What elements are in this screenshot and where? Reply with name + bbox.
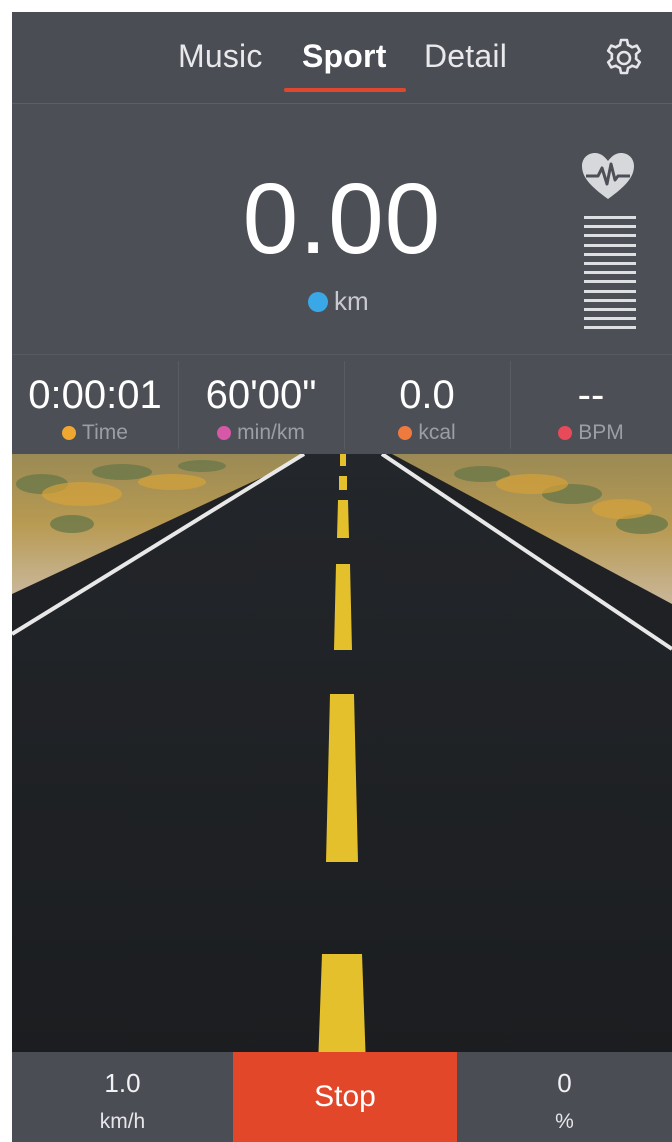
bpm-value: -- [577, 373, 605, 417]
calories-value: 0.0 [399, 373, 455, 417]
active-tab-indicator [284, 88, 406, 92]
control-bar: 1.0 km/h Stop 0 % [12, 1052, 672, 1142]
clock-icon [62, 426, 77, 440]
stats-row: 0:00:01 Time 60'00" min/km 0.0 kcal -- B… [12, 354, 672, 454]
stat-pace: 60'00" min/km [178, 355, 344, 455]
speed-value: 1.0 [104, 1068, 141, 1098]
speed-control[interactable]: 1.0 km/h [12, 1052, 233, 1142]
stop-button[interactable]: Stop [233, 1052, 457, 1142]
app-screen: Music Sport Detail 0.00 km 0:00:01 Time … [12, 12, 672, 1142]
road-scene-image [12, 454, 672, 1066]
distance-panel: 0.00 km [12, 104, 672, 354]
pace-label: min/km [237, 421, 305, 444]
bpm-label: BPM [578, 421, 624, 444]
heart-rate-icon [582, 153, 634, 199]
time-value: 0:00:01 [28, 373, 162, 417]
flame-icon [398, 426, 413, 440]
tab-music[interactable]: Music [178, 38, 263, 75]
stat-calories: 0.0 kcal [344, 355, 510, 455]
speed-unit: km/h [99, 1110, 146, 1133]
distance-icon [308, 291, 328, 312]
distance-unit: km [308, 286, 369, 317]
stat-time: 0:00:01 Time [12, 355, 178, 455]
gear-icon[interactable] [602, 36, 646, 80]
tab-detail[interactable]: Detail [424, 38, 507, 75]
distance-value: 0.00 [242, 163, 442, 275]
heart-icon [558, 426, 573, 440]
stat-bpm: -- BPM [510, 355, 672, 455]
top-tab-bar: Music Sport Detail [12, 12, 672, 104]
tab-sport[interactable]: Sport [302, 38, 387, 75]
incline-value: 0 [557, 1068, 572, 1098]
pace-icon [217, 426, 232, 440]
distance-unit-label: km [334, 286, 369, 316]
pace-value: 60'00" [205, 373, 317, 417]
heart-rate-meter [584, 216, 636, 335]
time-label: Time [82, 421, 128, 444]
incline-unit: % [555, 1110, 574, 1133]
calories-label: kcal [418, 421, 456, 444]
incline-control[interactable]: 0 % [457, 1052, 672, 1142]
